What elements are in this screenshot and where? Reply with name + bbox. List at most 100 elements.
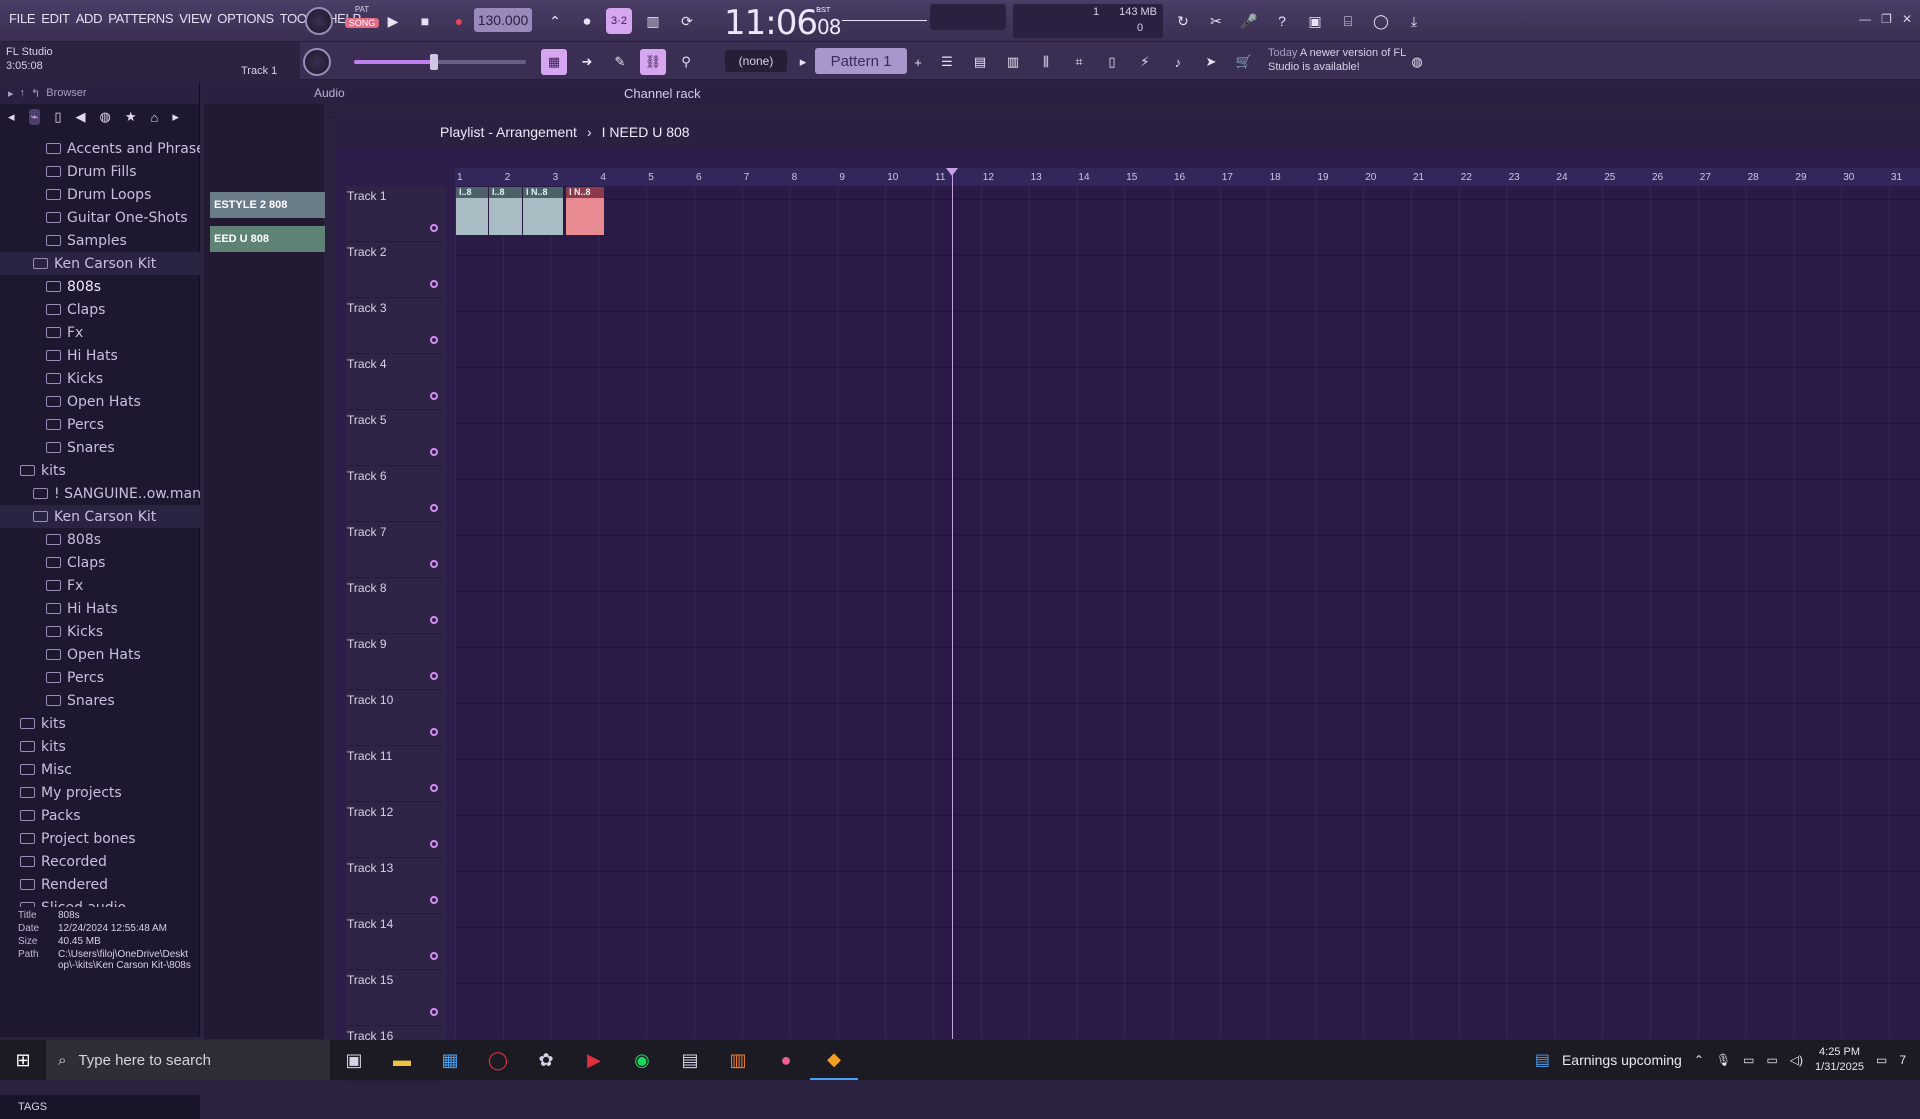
- pattern-clip[interactable]: I N..8: [523, 187, 563, 235]
- menu-add[interactable]: ADD: [73, 11, 106, 26]
- fl-studio-icon[interactable]: ◆: [810, 1040, 858, 1080]
- mixer-view-icon[interactable]: ⫼: [1033, 49, 1059, 75]
- audio-filter[interactable]: Audio: [314, 86, 345, 100]
- browser-tree-item[interactable]: Ken Carson Kit: [0, 252, 200, 275]
- menu-file[interactable]: FILE: [6, 11, 38, 26]
- loop-record-icon[interactable]: ⟳: [674, 8, 700, 34]
- track-header[interactable]: Track 15: [346, 970, 444, 1026]
- store-icon[interactable]: ▦: [426, 1040, 474, 1080]
- browser-tree-item[interactable]: Packs: [0, 804, 200, 827]
- download-icon[interactable]: ⤓: [1401, 8, 1427, 34]
- play-pattern-icon[interactable]: ▸: [790, 49, 816, 75]
- pattern-clip[interactable]: I..8: [456, 187, 488, 235]
- notification-icon[interactable]: ▭: [1876, 1053, 1887, 1067]
- track-mute-icon[interactable]: [430, 672, 438, 680]
- tempo-tapper-icon[interactable]: ♪: [1165, 49, 1191, 75]
- track-header[interactable]: Track 10: [346, 690, 444, 746]
- undo-history-icon[interactable]: ↻: [1170, 8, 1196, 34]
- playhead[interactable]: [946, 168, 958, 1039]
- browser-tree-item[interactable]: kits: [0, 712, 200, 735]
- playlist-grid[interactable]: [455, 186, 1920, 1039]
- track-header[interactable]: Track 5: [346, 410, 444, 466]
- browser-up-icon[interactable]: ↑: [20, 87, 26, 99]
- record-icon[interactable]: ●: [446, 8, 472, 34]
- plugin-db-icon[interactable]: ◍: [100, 109, 111, 125]
- track-header[interactable]: Track 13: [346, 858, 444, 914]
- snap-selector[interactable]: (none): [725, 50, 787, 72]
- browser-tree-item[interactable]: kits: [0, 459, 200, 482]
- piano-roll-icon[interactable]: ▦: [541, 49, 567, 75]
- master-volume-slider[interactable]: [354, 54, 526, 70]
- save-icon[interactable]: ▣: [1302, 8, 1328, 34]
- track-mute-icon[interactable]: [430, 392, 438, 400]
- speaker-icon[interactable]: ◀: [76, 109, 86, 125]
- track-mute-icon[interactable]: [430, 1008, 438, 1016]
- pat-song-toggle[interactable]: PAT SONG: [345, 5, 379, 35]
- browser-tree-item[interactable]: Guitar One-Shots: [0, 206, 200, 229]
- performance-icon[interactable]: ➤: [1198, 49, 1224, 75]
- brush-icon[interactable]: ✎: [607, 49, 633, 75]
- taskbar-clock[interactable]: 4:25 PM 1/31/2025: [1815, 1045, 1864, 1075]
- folder-icon[interactable]: ⌂: [151, 110, 159, 125]
- browser-tree-item[interactable]: Ken Carson Kit: [0, 505, 200, 528]
- browser-tree-item[interactable]: ! SANGUINE..ow.manifest): [0, 482, 200, 505]
- taskbar-search[interactable]: ⌕ Type here to search: [46, 1040, 330, 1080]
- browser-tree-item[interactable]: Project bones: [0, 827, 200, 850]
- browser-tree-item[interactable]: Kicks: [0, 620, 200, 643]
- track-mute-icon[interactable]: [430, 840, 438, 848]
- globe-icon[interactable]: ◍: [1404, 49, 1430, 75]
- browser-tree-item[interactable]: Snares: [0, 436, 200, 459]
- opera-icon[interactable]: ◯: [474, 1040, 522, 1080]
- piano-roll-view-icon[interactable]: ▤: [967, 49, 993, 75]
- track-mute-icon[interactable]: [430, 448, 438, 456]
- osu-icon[interactable]: ●: [762, 1040, 810, 1080]
- play-icon[interactable]: ▶: [380, 8, 406, 34]
- playlist-view-icon[interactable]: ☰: [934, 49, 960, 75]
- track-header[interactable]: Track 8: [346, 578, 444, 634]
- plugin-icon[interactable]: ⚡: [1132, 49, 1158, 75]
- pattern-clip[interactable]: I N..8: [566, 187, 604, 235]
- add-pattern-icon[interactable]: +: [905, 49, 931, 75]
- browser-tree-item[interactable]: Fx: [0, 321, 200, 344]
- browser-tree-item[interactable]: Kicks: [0, 367, 200, 390]
- track-header[interactable]: Track 9: [346, 634, 444, 690]
- pattern-clip[interactable]: I..8: [489, 187, 522, 235]
- browser-left-icon[interactable]: ◂: [8, 109, 15, 125]
- track-mute-icon[interactable]: [430, 560, 438, 568]
- channel-rack-title[interactable]: Channel rack: [624, 86, 701, 101]
- file-explorer-icon[interactable]: ▬: [378, 1040, 426, 1080]
- tray-chevron-icon[interactable]: ⌃: [1694, 1053, 1704, 1067]
- browser-back-icon[interactable]: ↰: [31, 87, 40, 100]
- menu-options[interactable]: OPTIONS: [214, 11, 276, 26]
- track-header[interactable]: Track 7: [346, 522, 444, 578]
- track-mute-icon[interactable]: [430, 280, 438, 288]
- track-mute-icon[interactable]: [430, 952, 438, 960]
- camera-icon[interactable]: ▭: [1743, 1053, 1754, 1067]
- browser-tree-item[interactable]: kits: [0, 735, 200, 758]
- volume-icon[interactable]: ◁): [1790, 1053, 1803, 1067]
- timeline-ruler[interactable]: 1 2 3 4 5 6 7 8 9 10 11 12 13 14 15 16 17 18 19 20 21 22 23 24 2…: [455, 168, 1920, 186]
- track-header[interactable]: Track 4: [346, 354, 444, 410]
- network-icon[interactable]: ▭: [1766, 1053, 1777, 1067]
- weather-text[interactable]: Earnings upcoming: [1562, 1052, 1682, 1068]
- track-mute-icon[interactable]: [430, 616, 438, 624]
- track-mute-icon[interactable]: [430, 896, 438, 904]
- browser-tree-item[interactable]: Accents and Phrases: [0, 137, 200, 160]
- browser-tree-item[interactable]: Open Hats: [0, 643, 200, 666]
- track-header[interactable]: Track 12: [346, 802, 444, 858]
- master-pitch-knob[interactable]: [303, 48, 331, 76]
- project-files-icon[interactable]: ▯: [54, 109, 61, 125]
- browser-tree-item[interactable]: Rendered: [0, 873, 200, 896]
- app-icon[interactable]: ✿: [522, 1040, 570, 1080]
- browser-tree-item[interactable]: Samples: [0, 229, 200, 252]
- browser-view-icon[interactable]: ⌗: [1066, 49, 1092, 75]
- youtube-icon[interactable]: ▶: [570, 1040, 618, 1080]
- track-mute-icon[interactable]: [430, 336, 438, 344]
- menu-edit[interactable]: EDIT: [38, 11, 72, 26]
- stamp-icon[interactable]: ⚲: [673, 49, 699, 75]
- picker-item-1[interactable]: ESTYLE 2 808: [210, 192, 325, 218]
- task-view-icon[interactable]: ▣: [330, 1040, 378, 1080]
- all-files-icon[interactable]: ⌁: [28, 109, 41, 125]
- track-mute-icon[interactable]: [430, 224, 438, 232]
- pattern-selector[interactable]: Pattern 1: [815, 48, 907, 74]
